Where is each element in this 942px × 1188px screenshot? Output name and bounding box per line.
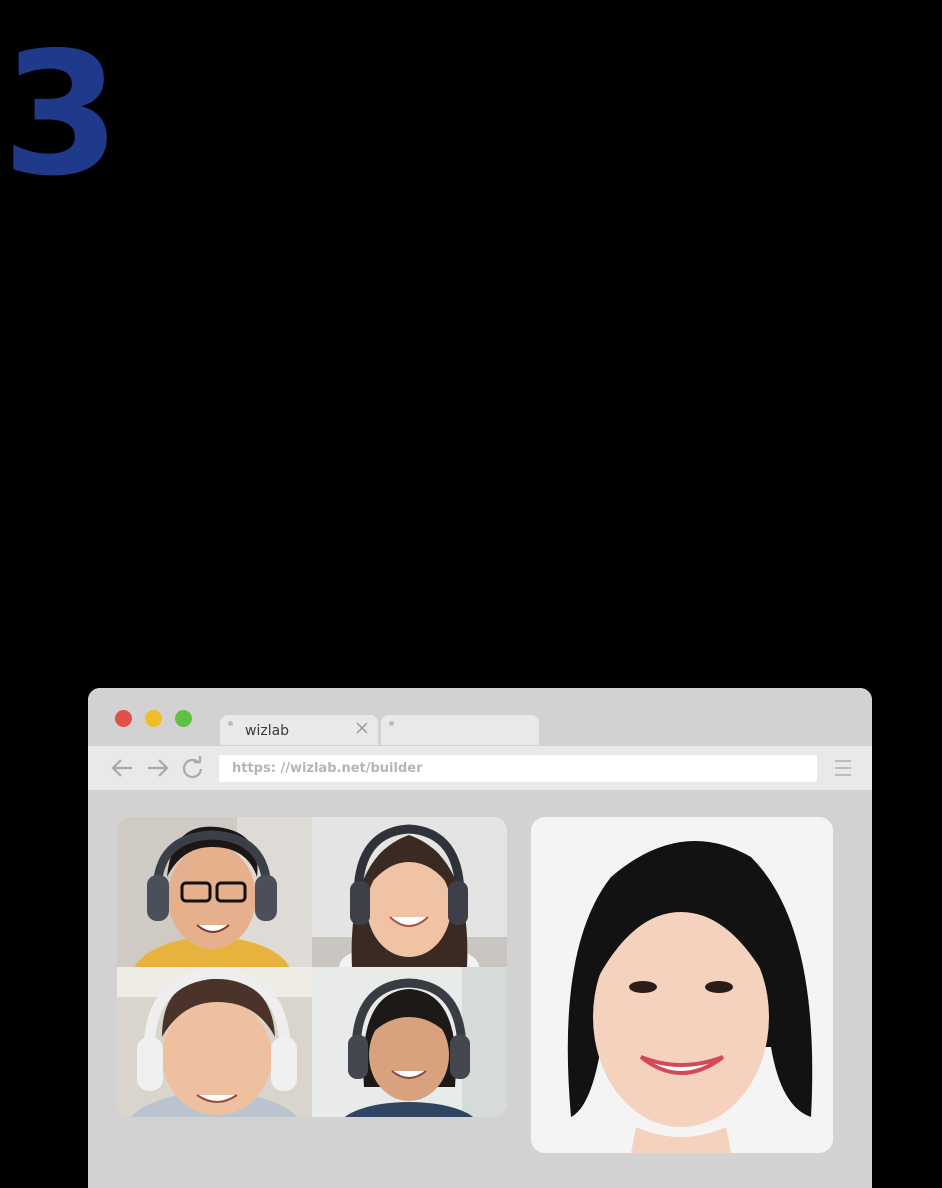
address-bar[interactable]: https: //wizlab.net/builder [219,755,817,782]
student-video-1[interactable] [117,817,312,967]
minimize-window-button[interactable] [145,710,162,727]
title-bar: wizlab [88,688,872,746]
url-text: https: //wizlab.net/builder [232,761,423,776]
student-video-grid [117,817,507,1117]
tab-wizlab[interactable]: wizlab [220,715,378,745]
tab-favicon-icon [228,721,233,726]
reload-icon[interactable] [180,756,206,780]
browser-window: wizlab https: //wizlab.net/builder [88,688,872,1188]
close-icon[interactable] [354,720,370,736]
close-window-button[interactable] [115,710,132,727]
student-video-4[interactable] [312,967,507,1117]
browser-toolbar: https: //wizlab.net/builder [88,746,872,790]
tab-new[interactable] [381,715,539,745]
menu-icon[interactable] [833,758,853,778]
student-video-2[interactable] [312,817,507,967]
tab-favicon-icon [389,721,394,726]
back-arrow-icon[interactable] [110,756,136,780]
teacher-video[interactable] [531,817,833,1153]
forward-arrow-icon[interactable] [144,756,170,780]
maximize-window-button[interactable] [175,710,192,727]
step-number: 3 [2,16,120,214]
student-video-3[interactable] [117,967,312,1117]
tab-label: wizlab [245,723,290,739]
video-call-area [88,790,872,1188]
